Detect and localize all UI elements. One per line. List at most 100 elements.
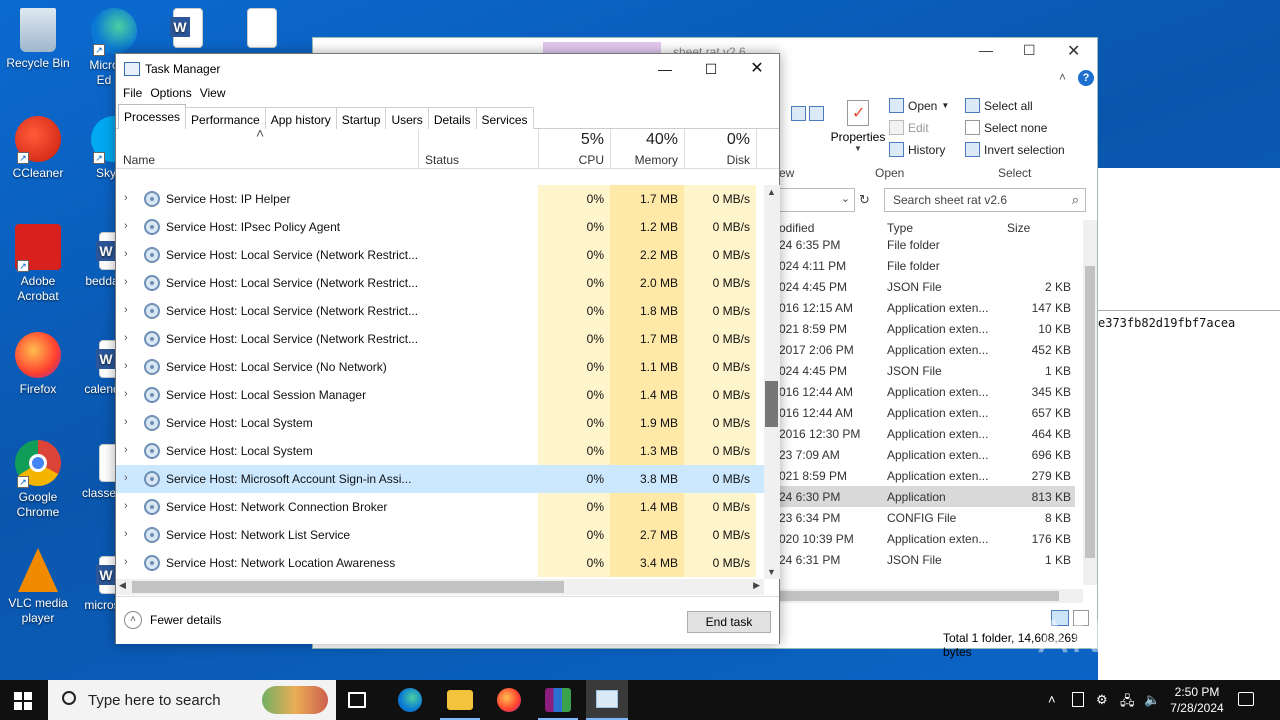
- file-row[interactable]: 24 6:30 PM Application 813 KB: [779, 486, 1075, 507]
- ribbon-new-items[interactable]: [791, 100, 825, 124]
- invert-selection-button[interactable]: Invert selection: [965, 142, 1065, 157]
- desktop-icon-vlc[interactable]: VLC media player: [0, 548, 76, 626]
- firefox-taskbar-icon[interactable]: [497, 688, 521, 712]
- file-row[interactable]: 021 8:59 PM Application exten... 279 KB: [779, 465, 1075, 486]
- process-row[interactable]: › Service Host: Local Service (Network Re…: [116, 297, 764, 325]
- explorer-minimize-button[interactable]: —: [979, 42, 993, 58]
- refresh-icon[interactable]: ↻: [859, 192, 870, 208]
- menu-view[interactable]: View: [199, 84, 233, 104]
- file-row[interactable]: 24 6:35 PM File folder: [779, 234, 1075, 255]
- notifications-icon[interactable]: [1238, 692, 1254, 706]
- history-button[interactable]: History: [889, 142, 945, 157]
- file-row[interactable]: 2017 2:06 PM Application exten... 452 KB: [779, 339, 1075, 360]
- process-list-vscrollbar[interactable]: ▲ ▼: [764, 185, 780, 579]
- expand-chevron-icon[interactable]: ›: [124, 528, 128, 540]
- select-all-button[interactable]: Select all: [965, 98, 1033, 113]
- process-row[interactable]: › Service Host: Local Service (Network Re…: [116, 325, 764, 353]
- help-icon[interactable]: ?: [1078, 70, 1094, 86]
- column-date-modified[interactable]: odified: [779, 221, 814, 235]
- menu-file[interactable]: File: [122, 84, 149, 104]
- expand-chevron-icon[interactable]: ›: [124, 332, 128, 344]
- file-row[interactable]: 024 4:45 PM JSON File 1 KB: [779, 360, 1075, 381]
- process-row[interactable]: › Service Host: Microsoft Account Sign-in…: [116, 465, 764, 493]
- process-list-hscroll-thumb[interactable]: [132, 581, 564, 593]
- process-row[interactable]: › Service Host: IP Helper 0% 1.7 MB 0 MB/s: [116, 185, 764, 213]
- ribbon-collapse-icon[interactable]: ˄: [1059, 70, 1066, 84]
- tray-chevron-up-icon[interactable]: ˄: [1048, 692, 1056, 707]
- expand-chevron-icon[interactable]: ›: [124, 444, 128, 456]
- column-size[interactable]: Size: [1007, 221, 1030, 235]
- column-status[interactable]: Status: [425, 153, 459, 167]
- winrar-taskbar-icon[interactable]: [545, 688, 571, 712]
- tray-network-icon[interactable]: 🖧: [1120, 692, 1135, 714]
- taskbar-search-box[interactable]: Type here to search: [48, 680, 336, 720]
- expand-chevron-icon[interactable]: ›: [124, 192, 128, 204]
- disk-total-percent[interactable]: 0%: [684, 131, 750, 149]
- edge-taskbar-icon[interactable]: [398, 688, 422, 712]
- expand-chevron-icon[interactable]: ›: [124, 360, 128, 372]
- start-button[interactable]: [14, 692, 32, 710]
- end-task-button[interactable]: End task: [687, 611, 771, 633]
- scroll-up-icon[interactable]: ▲: [767, 187, 776, 197]
- task-manager-titlebar[interactable]: Task Manager — ☐ ✕: [116, 54, 779, 84]
- tab-startup[interactable]: Startup: [335, 107, 387, 129]
- file-row[interactable]: 016 12:44 AM Application exten... 345 KB: [779, 381, 1075, 402]
- file-row[interactable]: 23 7:09 AM Application exten... 696 KB: [779, 444, 1075, 465]
- column-disk[interactable]: Disk: [684, 153, 750, 167]
- desktop-icon-ccleaner[interactable]: ↗ CCleaner: [0, 116, 76, 181]
- desktop-icon-recycle-bin[interactable]: Recycle Bin: [0, 8, 76, 71]
- menu-options[interactable]: Options: [149, 84, 198, 104]
- expand-chevron-icon[interactable]: ›: [124, 472, 128, 484]
- file-row[interactable]: 016 12:15 AM Application exten... 147 KB: [779, 297, 1075, 318]
- process-row[interactable]: › Service Host: Local Service (Network Re…: [116, 241, 764, 269]
- process-row[interactable]: › Service Host: IPsec Policy Agent 0% 1.2 M…: [116, 213, 764, 241]
- maximize-button[interactable]: ☐: [688, 54, 734, 84]
- file-row[interactable]: 2016 12:30 PM Application exten... 464 KB: [779, 423, 1075, 444]
- taskbar-clock[interactable]: 2:50 PM 7/28/2024: [1168, 684, 1226, 716]
- expand-chevron-icon[interactable]: ›: [124, 556, 128, 568]
- tray-volume-icon[interactable]: 🔈: [1144, 692, 1160, 708]
- file-row[interactable]: 016 12:44 AM Application exten... 657 KB: [779, 402, 1075, 423]
- close-button[interactable]: ✕: [734, 54, 780, 84]
- tab-services[interactable]: Services: [475, 107, 534, 129]
- scroll-down-icon[interactable]: ▼: [767, 567, 776, 577]
- explorer-hscrollbar[interactable]: [779, 589, 1083, 603]
- file-row[interactable]: 020 10:39 PM Application exten... 176 KB: [779, 528, 1075, 549]
- task-view-icon[interactable]: [348, 692, 366, 708]
- tab-processes[interactable]: Processes: [118, 104, 187, 129]
- expand-chevron-icon[interactable]: ›: [124, 500, 128, 512]
- desktop-icon-chrome[interactable]: ↗ Google Chrome: [0, 440, 76, 520]
- properties-button[interactable]: ✓ Properties ▼: [829, 100, 887, 153]
- desktop-icon-doc-top[interactable]: W: [150, 8, 226, 52]
- address-dropdown-icon[interactable]: ⌄: [841, 192, 850, 205]
- process-row[interactable]: › Service Host: Network List Service 0% 2.7…: [116, 521, 764, 549]
- tray-device-icon[interactable]: ⚙: [1096, 692, 1108, 708]
- memory-total-percent[interactable]: 40%: [610, 131, 678, 149]
- process-list-vscroll-thumb[interactable]: [765, 381, 778, 427]
- task-manager-window[interactable]: Task Manager — ☐ ✕ File Options View Pro…: [115, 53, 780, 644]
- desktop-icon-firefox[interactable]: Firefox: [0, 332, 76, 397]
- expand-chevron-icon[interactable]: ›: [124, 220, 128, 232]
- column-memory[interactable]: Memory: [610, 153, 678, 167]
- tab-app-history[interactable]: App history: [264, 107, 337, 129]
- process-row[interactable]: › Service Host: Local Service (No Network…: [116, 353, 764, 381]
- desktop-icon-image-top[interactable]: [224, 8, 300, 52]
- expand-chevron-icon[interactable]: ›: [124, 416, 128, 428]
- file-row[interactable]: 024 4:45 PM JSON File 2 KB: [779, 276, 1075, 297]
- explorer-vscrollbar[interactable]: [1083, 220, 1097, 585]
- process-row[interactable]: › Service Host: Network Connection Broker…: [116, 493, 764, 521]
- expand-chevron-icon[interactable]: ›: [124, 276, 128, 288]
- file-row[interactable]: 024 4:11 PM File folder: [779, 255, 1075, 276]
- desktop-icon-adobe-acrobat[interactable]: ↗ Adobe Acrobat: [0, 224, 76, 304]
- fewer-details-button[interactable]: ˄ Fewer details: [124, 611, 221, 629]
- expand-chevron-icon[interactable]: ›: [124, 388, 128, 400]
- file-explorer-taskbar-icon[interactable]: [447, 690, 473, 710]
- tab-users[interactable]: Users: [385, 107, 429, 129]
- edit-button[interactable]: Edit: [889, 120, 929, 135]
- explorer-close-button[interactable]: ✕: [1067, 41, 1080, 61]
- explorer-maximize-button[interactable]: ☐: [1023, 42, 1036, 59]
- address-bar[interactable]: ⌄: [779, 188, 855, 212]
- cpu-total-percent[interactable]: 5%: [538, 131, 604, 149]
- column-cpu[interactable]: CPU: [538, 153, 604, 167]
- scroll-right-icon[interactable]: ▶: [753, 580, 760, 591]
